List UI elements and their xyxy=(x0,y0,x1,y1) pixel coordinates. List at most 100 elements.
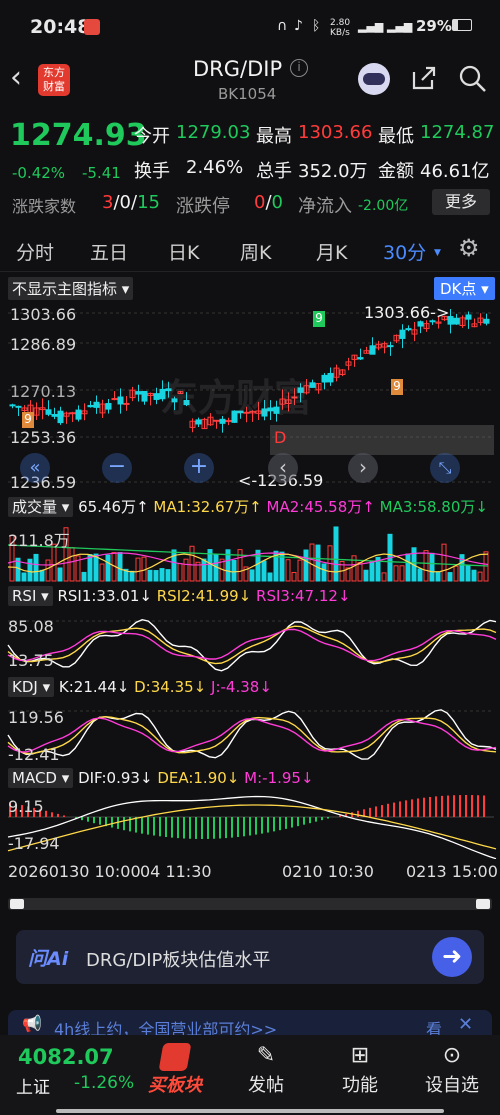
nav-buy-sector[interactable]: 买板块 xyxy=(135,1043,215,1097)
tab-daily-k[interactable]: 日K xyxy=(168,238,199,265)
volume-bar xyxy=(435,571,441,582)
signal-icon: ▂▄▆ xyxy=(358,20,384,33)
candle-body xyxy=(417,321,424,327)
volume-bar xyxy=(405,553,411,582)
candle-body xyxy=(387,345,394,348)
ask-ai-logo: 问Ai xyxy=(28,948,69,970)
volume-bar xyxy=(453,565,459,582)
y-tick-2: 1286.89 xyxy=(10,335,77,354)
nav-post[interactable]: ✎ 发帖 xyxy=(226,1043,306,1097)
next-icon[interactable]: › xyxy=(348,453,378,483)
volume-bar xyxy=(381,572,387,582)
headset-icon: ∩ xyxy=(277,18,288,34)
updown-label: 涨跌家数 xyxy=(12,197,77,216)
volume-bar xyxy=(201,558,207,582)
candle-body xyxy=(123,402,130,405)
volume-bar xyxy=(309,543,315,582)
candle-body xyxy=(135,391,142,395)
volume-panel[interactable]: 成交量 ▾ 65.46万↑ MA1:32.67万↑ MA2:45.58万↑ MA… xyxy=(0,493,500,583)
tab-dropdown-icon[interactable]: ▼ xyxy=(434,248,441,258)
volume-bar xyxy=(417,568,423,582)
rsi-svg xyxy=(7,618,497,672)
volume-bar xyxy=(429,552,435,582)
volume-bar xyxy=(189,545,195,582)
scroll-handle-right[interactable] xyxy=(476,899,490,909)
volume-bar xyxy=(171,549,177,582)
volume-bar xyxy=(315,544,321,582)
clock: 20:48 xyxy=(30,16,91,38)
volume-bar xyxy=(477,571,483,582)
volume-bar xyxy=(267,572,273,582)
volume-bar xyxy=(357,562,363,582)
high-val: 1303.66 xyxy=(298,122,373,143)
candle-body xyxy=(369,345,376,355)
notification-icon xyxy=(84,19,100,35)
signal-9-left: 9 xyxy=(22,412,34,428)
time-label-4: 0213 15:00 xyxy=(406,862,498,881)
volume-bar xyxy=(255,549,261,582)
signal2-icon: ▂▄▆ xyxy=(387,20,413,33)
volume-bar xyxy=(363,569,369,582)
y-tick-4: 1253.36 xyxy=(10,428,77,447)
candle-body xyxy=(141,390,148,402)
macd-bottom: -17.94 xyxy=(8,834,60,853)
y-tick-1: 1303.66 xyxy=(10,305,77,324)
volume-bar xyxy=(285,559,291,582)
bottom-nav: 4082.07 上证 -1.26% 买板块 ✎ 发帖 ⊞ 功能 ⊙ 设自选 xyxy=(0,1035,500,1115)
battery-icon xyxy=(452,19,472,31)
kdj-panel[interactable]: KDJ ▾ K:21.44↓ D:34.35↓ J:-4.38↓ 119.56 … xyxy=(0,675,500,765)
tab-5day[interactable]: 五日 xyxy=(90,238,128,265)
volume-bar xyxy=(129,570,135,582)
ask-ai-send-icon[interactable]: ➜ xyxy=(432,937,472,977)
high-label: 最高 xyxy=(256,126,292,147)
mute-icon: ♪ xyxy=(294,18,303,34)
volume-bar xyxy=(369,561,375,582)
candle-body xyxy=(87,404,94,408)
volume-bar xyxy=(183,558,189,582)
index-pct[interactable]: -1.26% xyxy=(74,1073,134,1093)
nav-functions[interactable]: ⊞ 功能 xyxy=(320,1043,400,1097)
candle-body xyxy=(453,317,460,325)
zoom-in-icon[interactable]: + xyxy=(184,453,214,483)
ask-ai-text: DRG/DIP板块估值水平 xyxy=(86,950,271,971)
more-button[interactable]: 更多 xyxy=(432,189,490,215)
search-icon[interactable] xyxy=(458,64,488,94)
limit-label: 涨跌停 xyxy=(176,196,230,217)
index-value[interactable]: 4082.07 xyxy=(18,1045,114,1069)
ask-ai-bar[interactable]: 问Ai DRG/DIP板块估值水平 ➜ xyxy=(16,930,484,984)
tab-weekly-k[interactable]: 周K xyxy=(240,238,271,265)
prev-icon[interactable]: ‹ xyxy=(268,453,298,483)
candle-body xyxy=(357,357,364,360)
share-icon[interactable] xyxy=(410,64,438,92)
scroll-handle-left[interactable] xyxy=(10,899,24,909)
robot-assistant-icon[interactable] xyxy=(358,63,390,95)
time-label-2: 04 11:30 xyxy=(140,862,212,881)
turnover-val: 2.46% xyxy=(186,157,244,178)
candle-body xyxy=(399,329,406,339)
period-tabs: 分时 五日 日K 周K 月K 30分 ▼ ⚙ xyxy=(0,228,500,272)
chart-scrollbar[interactable] xyxy=(8,898,492,910)
brand-logo[interactable]: 东方 财富 xyxy=(38,64,70,96)
macd-panel[interactable]: MACD ▾ DIF:0.93↓ DEA:1.90↓ M:-1.95↓ 9.15… xyxy=(0,767,500,859)
zoom-out-icon[interactable]: − xyxy=(102,453,132,483)
rsi-panel[interactable]: RSI ▾ RSI1:33.01↓ RSI2:41.99↓ RSI3:47.12… xyxy=(0,585,500,673)
tab-monthly-k[interactable]: 月K xyxy=(316,238,347,265)
volume-bar xyxy=(147,569,153,582)
fullscreen-icon[interactable]: ⤡ xyxy=(430,453,460,483)
volume-bar xyxy=(447,572,453,582)
signal-d: D xyxy=(274,428,287,447)
candle-body xyxy=(45,409,52,415)
tab-intraday[interactable]: 分时 xyxy=(16,238,54,265)
volume-bar xyxy=(57,567,63,582)
nav-add-watchlist[interactable]: ⊙ 设自选 xyxy=(412,1043,492,1097)
kdj-svg xyxy=(7,709,497,760)
ticker-close-icon[interactable]: ✕ xyxy=(458,1014,473,1035)
tab-30min[interactable]: 30分 xyxy=(383,238,426,265)
fast-back-icon[interactable]: « xyxy=(20,453,50,483)
index-name[interactable]: 上证 xyxy=(16,1073,50,1098)
info-icon[interactable]: i xyxy=(290,59,308,77)
back-icon[interactable]: ‹ xyxy=(10,60,22,95)
kline-chart[interactable]: 不显示主图指标 ▾ DK点 ▾ 1303.66 1286.89 1270.13 … xyxy=(0,275,500,492)
settings-gear-icon[interactable]: ⚙ xyxy=(458,234,480,262)
volume-bar xyxy=(399,565,405,582)
